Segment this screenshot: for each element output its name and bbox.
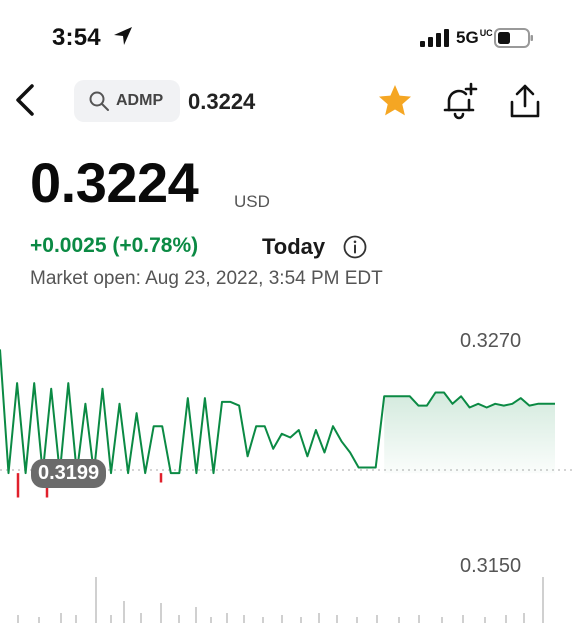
y-axis-label-bottom: 0.3150	[460, 555, 522, 577]
volume-bar	[505, 615, 507, 623]
previous-close-badge: 0.3199	[31, 459, 107, 488]
volume-bar	[243, 615, 245, 623]
volume-bar	[110, 615, 112, 623]
volume-bar	[356, 617, 358, 623]
network-type: 5GUC	[456, 28, 493, 47]
volume-bar	[462, 615, 464, 623]
volume-bar	[262, 617, 264, 623]
cellular-signal-icon	[420, 29, 449, 47]
volume-bar	[140, 613, 142, 623]
volume-bar	[38, 617, 40, 623]
battery-icon	[494, 28, 533, 48]
star-icon[interactable]	[376, 82, 414, 120]
volume-bar	[484, 617, 486, 623]
bell-plus-icon[interactable]	[440, 82, 478, 120]
search-pill[interactable]: ADMP	[74, 80, 180, 122]
volume-bar	[398, 617, 400, 623]
volume-bar	[210, 617, 212, 623]
status-time: 3:54	[52, 24, 101, 51]
volume-bar	[418, 615, 420, 623]
y-axis-label-top: 0.3270	[460, 330, 522, 352]
volume-bar	[160, 603, 162, 623]
main-price: 0.3224	[30, 151, 199, 214]
volume-bar	[281, 615, 283, 623]
search-icon	[89, 91, 109, 111]
volume-bar	[95, 577, 97, 623]
volume-bar	[336, 615, 338, 623]
volume-bar	[376, 615, 378, 623]
volume-bar	[300, 617, 302, 623]
volume-bar	[542, 577, 544, 623]
volume-bar	[318, 613, 320, 623]
header-price: 0.3224	[188, 89, 256, 114]
share-icon[interactable]	[506, 82, 544, 120]
volume-bar	[441, 617, 443, 623]
search-ticker: ADMP	[116, 92, 164, 109]
volume-bar	[123, 601, 125, 623]
volume-bar	[75, 615, 77, 623]
back-chevron-icon[interactable]	[8, 80, 42, 120]
location-arrow-icon	[114, 27, 132, 45]
period-label: Today	[262, 234, 326, 259]
volume-bar	[17, 615, 19, 623]
price-change: +0.0025 (+0.78%)	[30, 234, 199, 257]
currency-label: USD	[234, 192, 270, 211]
volume-bar	[178, 615, 180, 623]
info-icon[interactable]	[343, 235, 367, 259]
volume-bar	[60, 613, 62, 623]
market-status: Market open: Aug 23, 2022, 3:54 PM EDT	[30, 268, 383, 289]
volume-bar	[195, 607, 197, 623]
volume-bar	[523, 613, 525, 623]
volume-bars	[17, 577, 544, 623]
volume-bar	[226, 613, 228, 623]
status-bar: 3:54 5GUC	[0, 0, 575, 70]
